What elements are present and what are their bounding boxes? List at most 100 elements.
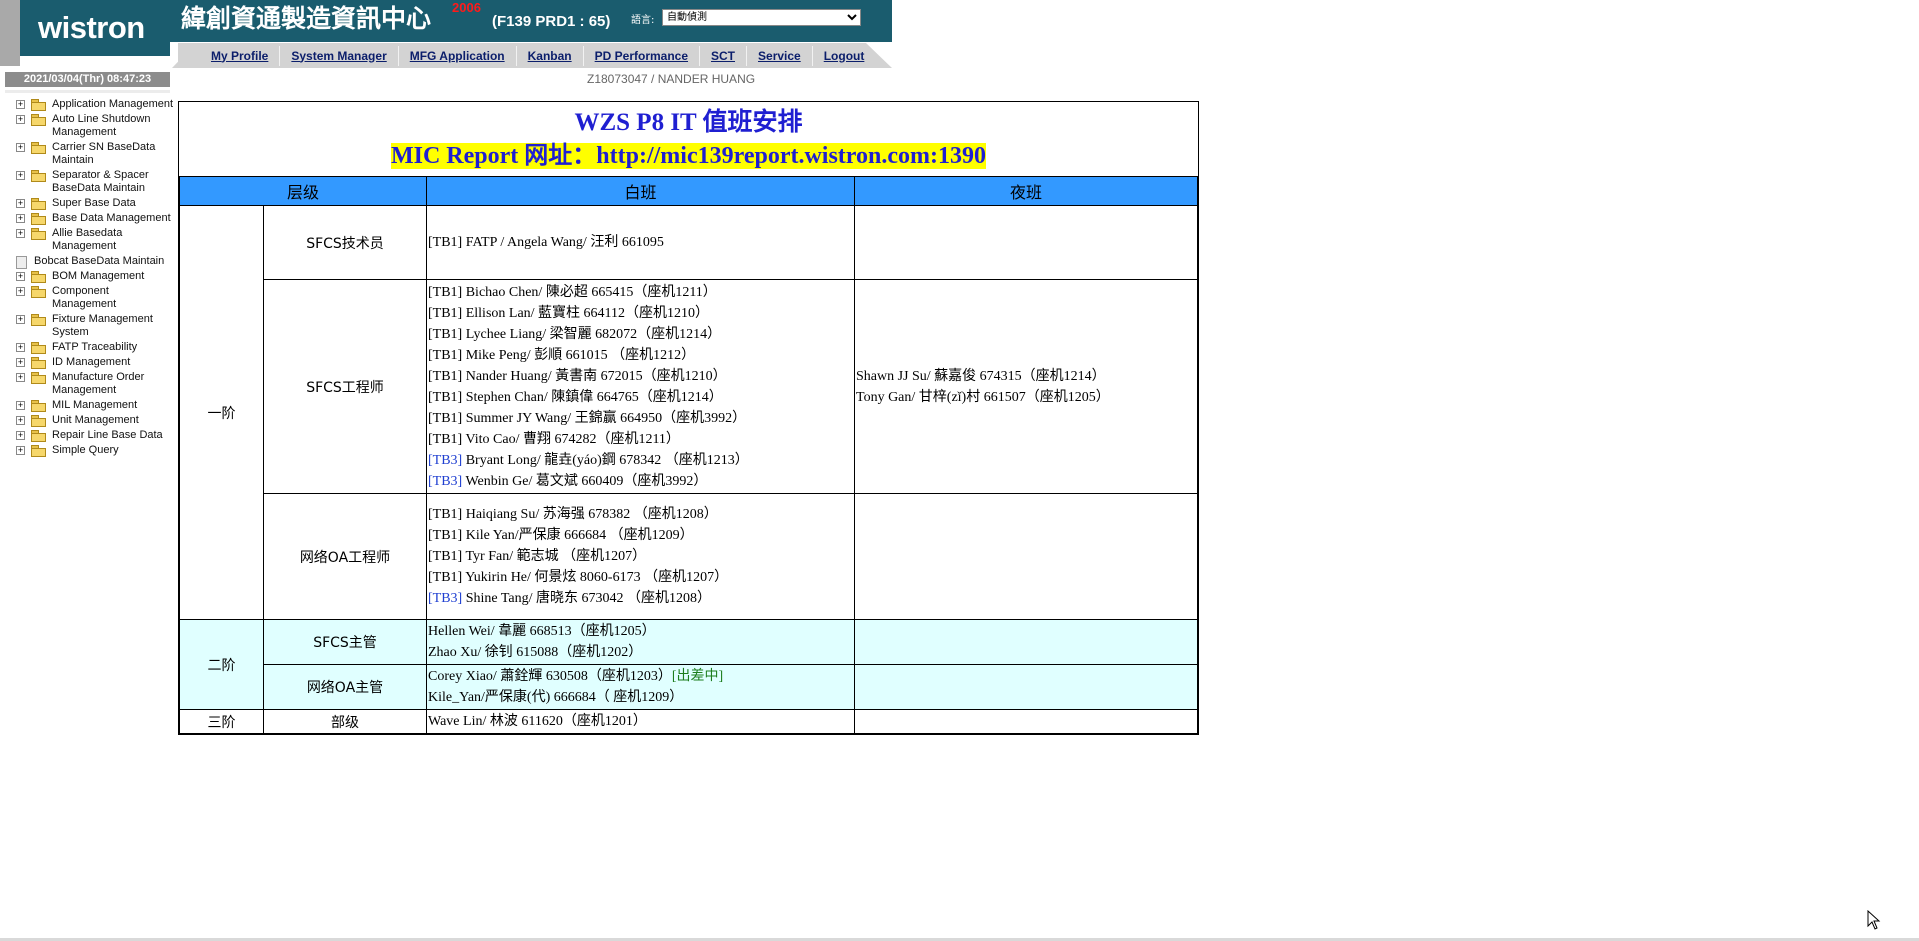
document-icon xyxy=(16,256,27,269)
version-badge: 2006 xyxy=(452,0,481,15)
tree-item-label: Auto Line Shutdown Management xyxy=(52,113,151,138)
tree-item-label: Fixture Management System xyxy=(52,313,153,338)
tree-item-label: ID Management xyxy=(52,356,131,368)
team-tag: [TB1] xyxy=(428,389,463,405)
tree-item-allie-basedata[interactable]: + Allie Basedata Management xyxy=(16,227,174,253)
folder-icon xyxy=(31,372,46,384)
night-cell xyxy=(854,205,1198,280)
tree-item-separator-spacer[interactable]: + Separator & Spacer BaseData Maintain xyxy=(16,169,174,195)
tree-item-repair-line[interactable]: + Repair Line Base Data xyxy=(16,429,174,442)
day-cell: Corey Xiao/ 蕭銓輝 630508（座机1203）[出差中] Kile… xyxy=(426,664,855,710)
team-tag: [TB3] xyxy=(428,591,463,606)
tree-item-fatp-traceability[interactable]: + FATP Traceability xyxy=(16,341,174,354)
nav-system-manager[interactable]: System Manager xyxy=(280,45,399,66)
night-cell xyxy=(854,619,1198,665)
expand-icon[interactable]: + xyxy=(16,315,25,324)
person-text: Wenbin Ge/ 葛文斌 660409（座机3992） xyxy=(462,473,708,489)
folder-icon xyxy=(31,445,46,457)
tree-item-component-management[interactable]: + Component Management xyxy=(16,285,174,311)
tree-item-auto-line-shutdown[interactable]: + Auto Line Shutdown Management xyxy=(16,113,174,139)
nav-sct[interactable]: SCT xyxy=(700,45,748,66)
expand-icon[interactable]: + xyxy=(16,115,25,124)
person-line: [TB1] Vito Cao/ 曹翔 674282（座机1211） xyxy=(428,429,853,450)
nav-menu: My Profile System Manager MFG Applicatio… xyxy=(200,43,875,68)
expand-icon[interactable]: + xyxy=(16,100,25,109)
folder-icon xyxy=(31,430,46,442)
role-sfcs-eng: SFCS工程师 xyxy=(263,279,427,494)
language-select[interactable]: 自動偵測 xyxy=(662,9,861,26)
nav-kanban[interactable]: Kanban xyxy=(517,45,584,66)
team-tag: [TB1] xyxy=(428,410,463,426)
tree-item-label: Unit Management xyxy=(52,414,139,426)
tree-item-label: Application Management xyxy=(52,98,174,110)
folder-icon xyxy=(31,357,46,369)
tree-item-manufacture-order[interactable]: + Manufacture Order Management xyxy=(16,371,174,397)
person-line: Tony Gan/ 甘梓(zǐ)村 661507（座机1205） xyxy=(856,389,1110,405)
expand-icon[interactable]: + xyxy=(16,343,25,352)
person-text: Mike Peng/ 彭順 661015 （座机1212） xyxy=(462,347,696,363)
tree-item-label: Manufacture Order Management xyxy=(52,371,145,396)
expand-icon[interactable]: + xyxy=(16,446,25,455)
tree-item-label: Carrier SN BaseData Maintain xyxy=(52,141,156,166)
nav-logout[interactable]: Logout xyxy=(813,46,876,66)
expand-icon[interactable]: + xyxy=(16,214,25,223)
expand-icon[interactable]: + xyxy=(16,401,25,410)
tree-item-simple-query[interactable]: + Simple Query xyxy=(16,444,174,457)
tree-item-bom-management[interactable]: + BOM Management xyxy=(16,270,174,283)
tree-item-id-management[interactable]: + ID Management xyxy=(16,356,174,369)
tree-item-label: Bobcat BaseData Maintain xyxy=(34,255,165,267)
night-cell xyxy=(854,664,1198,710)
tree-item-unit-management[interactable]: + Unit Management xyxy=(16,414,174,427)
role-oa-eng: 网络OA工程师 xyxy=(263,493,427,620)
role-sfcs-mgr: SFCS主管 xyxy=(263,619,427,665)
person-text: Summer JY Wang/ 王錦赢 664950（座机3992） xyxy=(462,410,747,426)
expand-icon[interactable]: + xyxy=(16,272,25,281)
tree-item-label: Simple Query xyxy=(52,444,119,456)
team-tag: [TB1] xyxy=(428,549,463,564)
expand-icon[interactable]: + xyxy=(16,431,25,440)
duty-schedule: WZS P8 IT 值班安排 MIC Report 网址：http://mic1… xyxy=(178,101,1199,735)
nav-mfg-application[interactable]: MFG Application xyxy=(399,45,517,66)
tree-item-mil-management[interactable]: + MIL Management xyxy=(16,399,174,412)
header-edge xyxy=(0,0,20,66)
person-text: Bryant Long/ 龍垚(yáo)鋼 678342 （座机1213） xyxy=(462,452,749,468)
expand-icon[interactable]: + xyxy=(16,416,25,425)
tree-item-label: Base Data Management xyxy=(52,212,171,224)
tree-item-label: Allie Basedata Management xyxy=(52,227,123,252)
folder-icon xyxy=(31,213,46,225)
team-tag: [TB1] xyxy=(428,528,463,543)
tree-item-label: FATP Traceability xyxy=(52,341,138,353)
expand-icon[interactable]: + xyxy=(16,171,25,180)
tree-item-super-base-data[interactable]: + Super Base Data xyxy=(16,197,174,210)
folder-icon xyxy=(31,198,46,210)
nav-service[interactable]: Service xyxy=(747,45,813,66)
expand-icon[interactable]: + xyxy=(16,229,25,238)
person-line: [TB1] Kile Yan/严保康 666684 （座机1209） xyxy=(428,525,853,546)
team-tag: [TB1] xyxy=(428,347,463,363)
expand-icon[interactable]: + xyxy=(16,287,25,296)
folder-icon xyxy=(31,170,46,182)
tree-item-fixture-management[interactable]: + Fixture Management System xyxy=(16,313,174,339)
folder-icon xyxy=(31,415,46,427)
person-text: Yukirin He/ 何景炫 8060-6173 （座机1207） xyxy=(462,570,729,585)
nav-my-profile[interactable]: My Profile xyxy=(200,45,281,66)
team-tag: [TB1] xyxy=(428,284,463,300)
person-line: [TB1] Yukirin He/ 何景炫 8060-6173 （座机1207） xyxy=(428,567,853,588)
person-line: Zhao Xu/ 徐钊 615088（座机1202） xyxy=(428,645,643,660)
expand-icon[interactable]: + xyxy=(16,358,25,367)
expand-icon[interactable]: + xyxy=(16,199,25,208)
tree-item-base-data-management[interactable]: + Base Data Management xyxy=(16,212,174,225)
tree-item-label: Separator & Spacer BaseData Maintain xyxy=(52,169,149,194)
nav-pd-performance[interactable]: PD Performance xyxy=(584,45,701,66)
tree-item-carrier-sn[interactable]: + Carrier SN BaseData Maintain xyxy=(16,141,174,167)
tree-item-application-management[interactable]: + Application Management xyxy=(16,98,174,111)
expand-icon[interactable]: + xyxy=(16,143,25,152)
expand-icon[interactable]: + xyxy=(16,373,25,382)
tree-item-bobcat-basedata[interactable]: Bobcat BaseData Maintain xyxy=(16,255,174,269)
role-sfcs-tech: SFCS技术员 xyxy=(263,205,427,280)
tree-item-label: Super Base Data xyxy=(52,197,136,209)
night-cell xyxy=(854,493,1198,620)
server-label: (F139 PRD1 : 65) xyxy=(492,13,611,30)
level-2: 二阶 xyxy=(179,619,264,710)
person-text: Vito Cao/ 曹翔 674282（座机1211） xyxy=(462,431,680,447)
